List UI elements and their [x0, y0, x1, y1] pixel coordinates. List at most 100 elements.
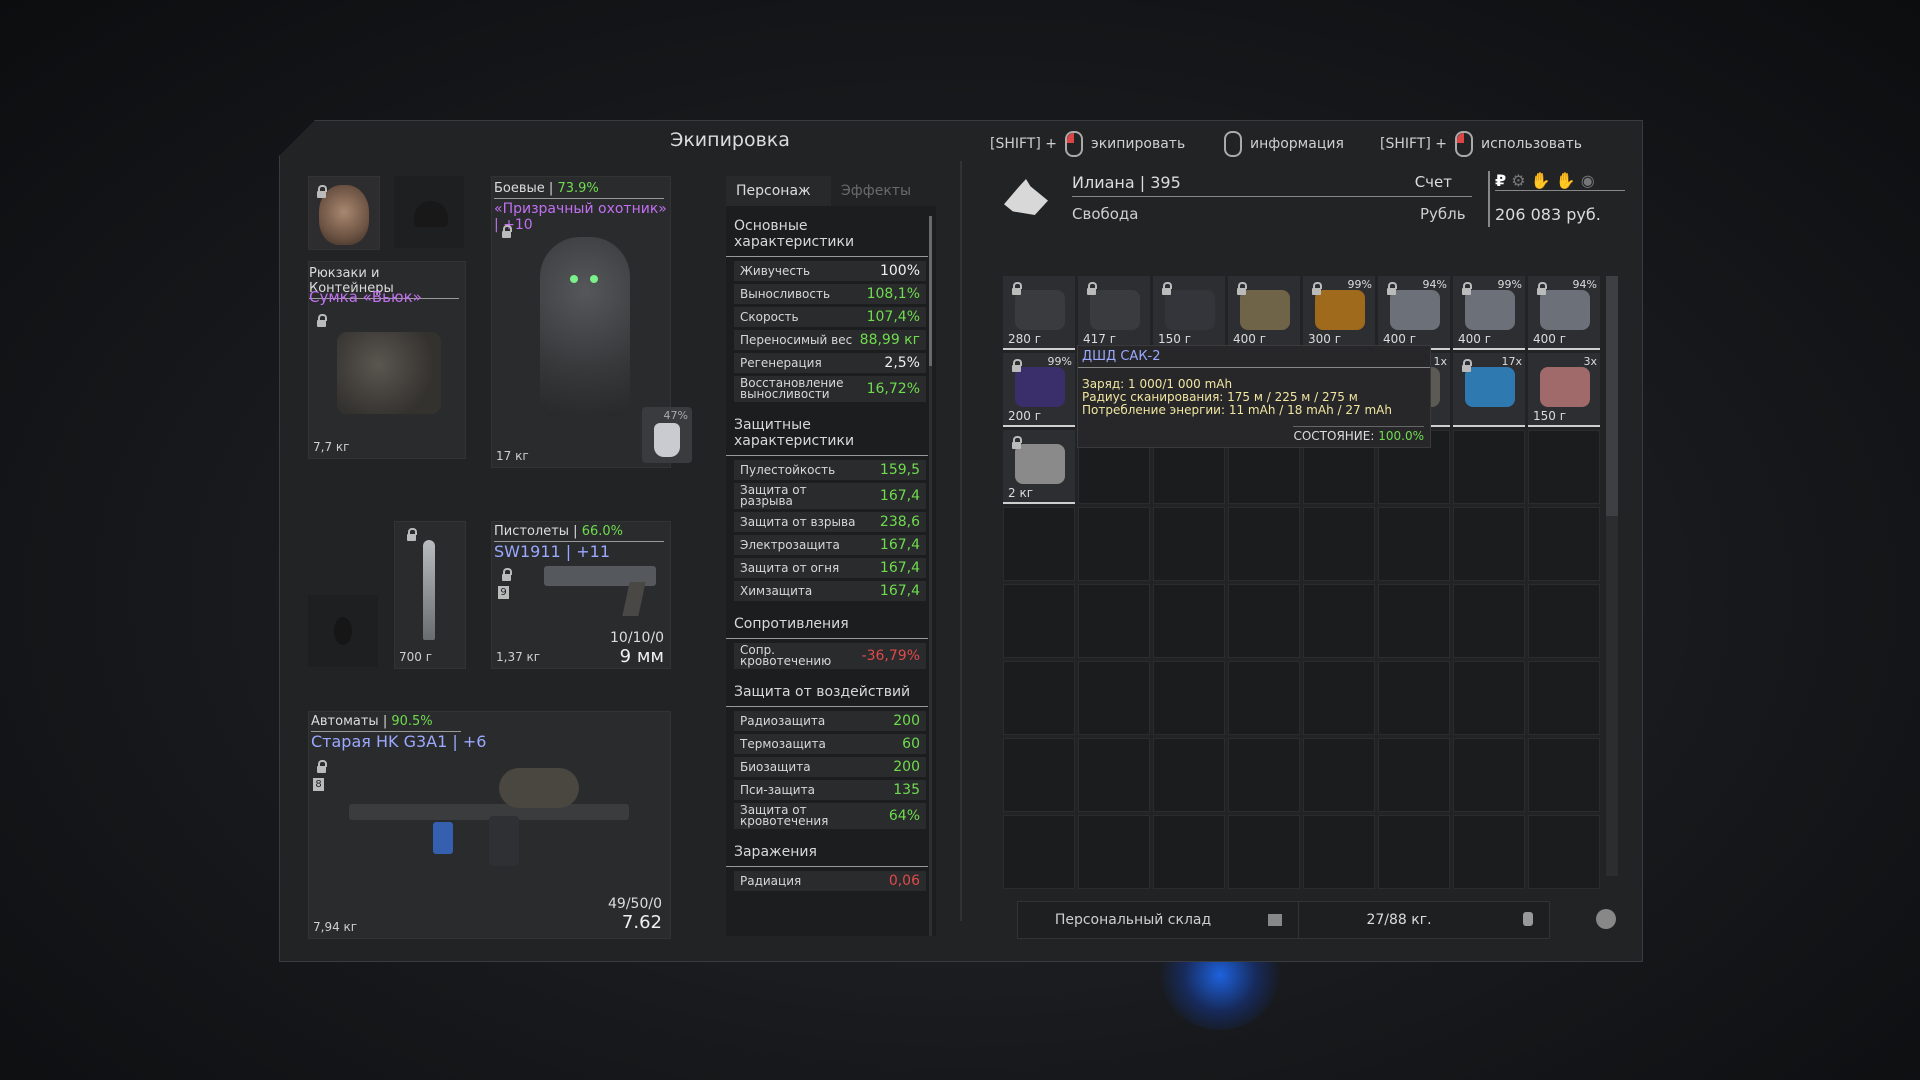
- inventory-cell[interactable]: [1153, 738, 1225, 812]
- stat-row: Регенерация 2,5%: [734, 353, 926, 373]
- inventory-cell[interactable]: [1153, 815, 1225, 889]
- item-icon: [1465, 367, 1515, 407]
- plate-insert[interactable]: 47%: [642, 407, 692, 463]
- hint-prefix: [SHIFT] +: [1380, 136, 1448, 152]
- stat-row: Химзащита 167,4: [734, 581, 926, 601]
- tab-effects[interactable]: Эффекты: [831, 176, 936, 206]
- inventory-cell[interactable]: [1003, 507, 1075, 581]
- item-percent: 94%: [1572, 278, 1597, 291]
- inventory-item[interactable]: 3x 150 г: [1528, 353, 1600, 427]
- stat-row: Восстановление выносливости 16,72%: [734, 376, 926, 402]
- hint-use: [SHIFT] + использовать: [1380, 131, 1582, 157]
- grenade-slot[interactable]: [308, 595, 378, 667]
- hand2-currency-icon[interactable]: ✋: [1556, 171, 1576, 190]
- inventory-item[interactable]: 150 г: [1153, 276, 1225, 350]
- tab-character[interactable]: Персонаж: [726, 176, 831, 206]
- armor-slot[interactable]: Боевые | 73.9% «Призрачный охотник» | +1…: [491, 176, 692, 468]
- item-weight: 417 г: [1083, 332, 1117, 346]
- stats-scrollbar[interactable]: [929, 216, 932, 936]
- inventory-cell[interactable]: [1528, 430, 1600, 504]
- inventory-cell[interactable]: [1453, 507, 1525, 581]
- rifle-slot[interactable]: Автоматы | 90.5% Старая HK G3A1 | +6 8 4…: [308, 711, 671, 939]
- inventory-cell[interactable]: [1153, 584, 1225, 658]
- rifle-weight: 7,94 кг: [313, 920, 358, 934]
- inventory-item[interactable]: 94% 400 г: [1378, 276, 1450, 350]
- character-portrait[interactable]: [308, 176, 380, 250]
- inventory-cell[interactable]: [1378, 738, 1450, 812]
- inventory-item[interactable]: 417 г: [1078, 276, 1150, 350]
- inventory-item[interactable]: 99% 300 г: [1303, 276, 1375, 350]
- inventory-cell[interactable]: [1528, 815, 1600, 889]
- inventory-cell[interactable]: [1078, 661, 1150, 735]
- inventory-cell[interactable]: [1303, 507, 1375, 581]
- inventory-cell[interactable]: [1228, 661, 1300, 735]
- player-line: Илиана | 395 Счет: [1072, 173, 1472, 197]
- stat-value: 0,06: [888, 873, 920, 889]
- backpack-slot[interactable]: Рюкзаки и Контейнеры Сумка «Вьюк» 7,7 кг: [308, 261, 466, 459]
- armor-plate-icon: [654, 423, 680, 457]
- inventory-cell[interactable]: [1303, 815, 1375, 889]
- stat-value: 60: [902, 736, 920, 752]
- inventory-cell[interactable]: [1528, 661, 1600, 735]
- inventory-cell[interactable]: [1303, 738, 1375, 812]
- inventory-item[interactable]: 99% 200 г: [1003, 353, 1075, 427]
- inventory-item[interactable]: 2 кг: [1003, 430, 1075, 504]
- trash-icon[interactable]: [1596, 909, 1616, 929]
- helmet-slot[interactable]: [394, 176, 464, 248]
- hand-currency-icon[interactable]: ✋: [1531, 171, 1551, 190]
- knife-slot[interactable]: 700 г: [394, 521, 466, 669]
- scrollbar-thumb[interactable]: [1606, 276, 1618, 516]
- inventory-item[interactable]: 94% 400 г: [1528, 276, 1600, 350]
- inventory-cell[interactable]: [1453, 430, 1525, 504]
- stats-tabs: Персонаж Эффекты: [726, 176, 936, 206]
- inventory-cell[interactable]: [1003, 661, 1075, 735]
- inventory-cell[interactable]: [1528, 507, 1600, 581]
- inventory-cell[interactable]: [1453, 661, 1525, 735]
- inventory-cell[interactable]: [1453, 738, 1525, 812]
- inventory-cell[interactable]: [1078, 584, 1150, 658]
- inventory-cell[interactable]: [1003, 738, 1075, 812]
- inventory-cell[interactable]: [1528, 584, 1600, 658]
- inventory-cell[interactable]: [1228, 507, 1300, 581]
- inventory-cell[interactable]: [1228, 815, 1300, 889]
- inventory-cell[interactable]: [1528, 738, 1600, 812]
- inventory-cell[interactable]: [1378, 815, 1450, 889]
- inventory-cell[interactable]: [1228, 738, 1300, 812]
- stat-name: Защита от кровотечения: [740, 803, 829, 828]
- scrollbar-thumb[interactable]: [929, 216, 932, 366]
- inventory-cell[interactable]: [1453, 815, 1525, 889]
- inventory-cell[interactable]: [1078, 507, 1150, 581]
- inventory-cell[interactable]: [1078, 815, 1150, 889]
- coin-currency-icon[interactable]: ◉: [1581, 171, 1595, 190]
- inventory-item[interactable]: 17x: [1453, 353, 1525, 427]
- stat-value: -36,79%: [861, 648, 920, 664]
- inventory-cell[interactable]: [1153, 661, 1225, 735]
- lock-icon: [1087, 282, 1097, 295]
- inventory-item[interactable]: 280 г: [1003, 276, 1075, 350]
- inventory-item[interactable]: 99% 400 г: [1453, 276, 1525, 350]
- stat-row: Термозащита 60: [734, 734, 926, 754]
- storage-button[interactable]: Персональный склад: [1017, 901, 1299, 939]
- gear-currency-icon[interactable]: ⚙: [1511, 171, 1525, 190]
- mouse-right-icon: [1455, 131, 1474, 157]
- inventory-cell[interactable]: [1003, 815, 1075, 889]
- inventory-cell[interactable]: [1378, 584, 1450, 658]
- inventory-item[interactable]: 400 г: [1228, 276, 1300, 350]
- stat-row: Радиация 0,06: [734, 871, 926, 891]
- pistol-slot[interactable]: Пистолеты | 66.0% SW1911 | +11 9 10/10/0…: [491, 521, 671, 669]
- inventory-cell[interactable]: [1303, 661, 1375, 735]
- inventory-cell[interactable]: [1378, 661, 1450, 735]
- ruble-icon[interactable]: ₽: [1495, 171, 1506, 190]
- inventory-cell[interactable]: [1228, 584, 1300, 658]
- inventory-cell[interactable]: [1003, 584, 1075, 658]
- inventory-cell[interactable]: [1078, 738, 1150, 812]
- backpack-weight: 7,7 кг: [313, 440, 350, 454]
- stat-row: Защита от взрыва 238,6: [734, 512, 926, 532]
- inventory-scrollbar[interactable]: [1606, 276, 1618, 876]
- inventory-cell[interactable]: [1303, 584, 1375, 658]
- inventory-cell[interactable]: [1453, 584, 1525, 658]
- hint-label: информация: [1250, 136, 1344, 152]
- item-percent: 94%: [1422, 278, 1447, 291]
- inventory-cell[interactable]: [1378, 507, 1450, 581]
- inventory-cell[interactable]: [1153, 507, 1225, 581]
